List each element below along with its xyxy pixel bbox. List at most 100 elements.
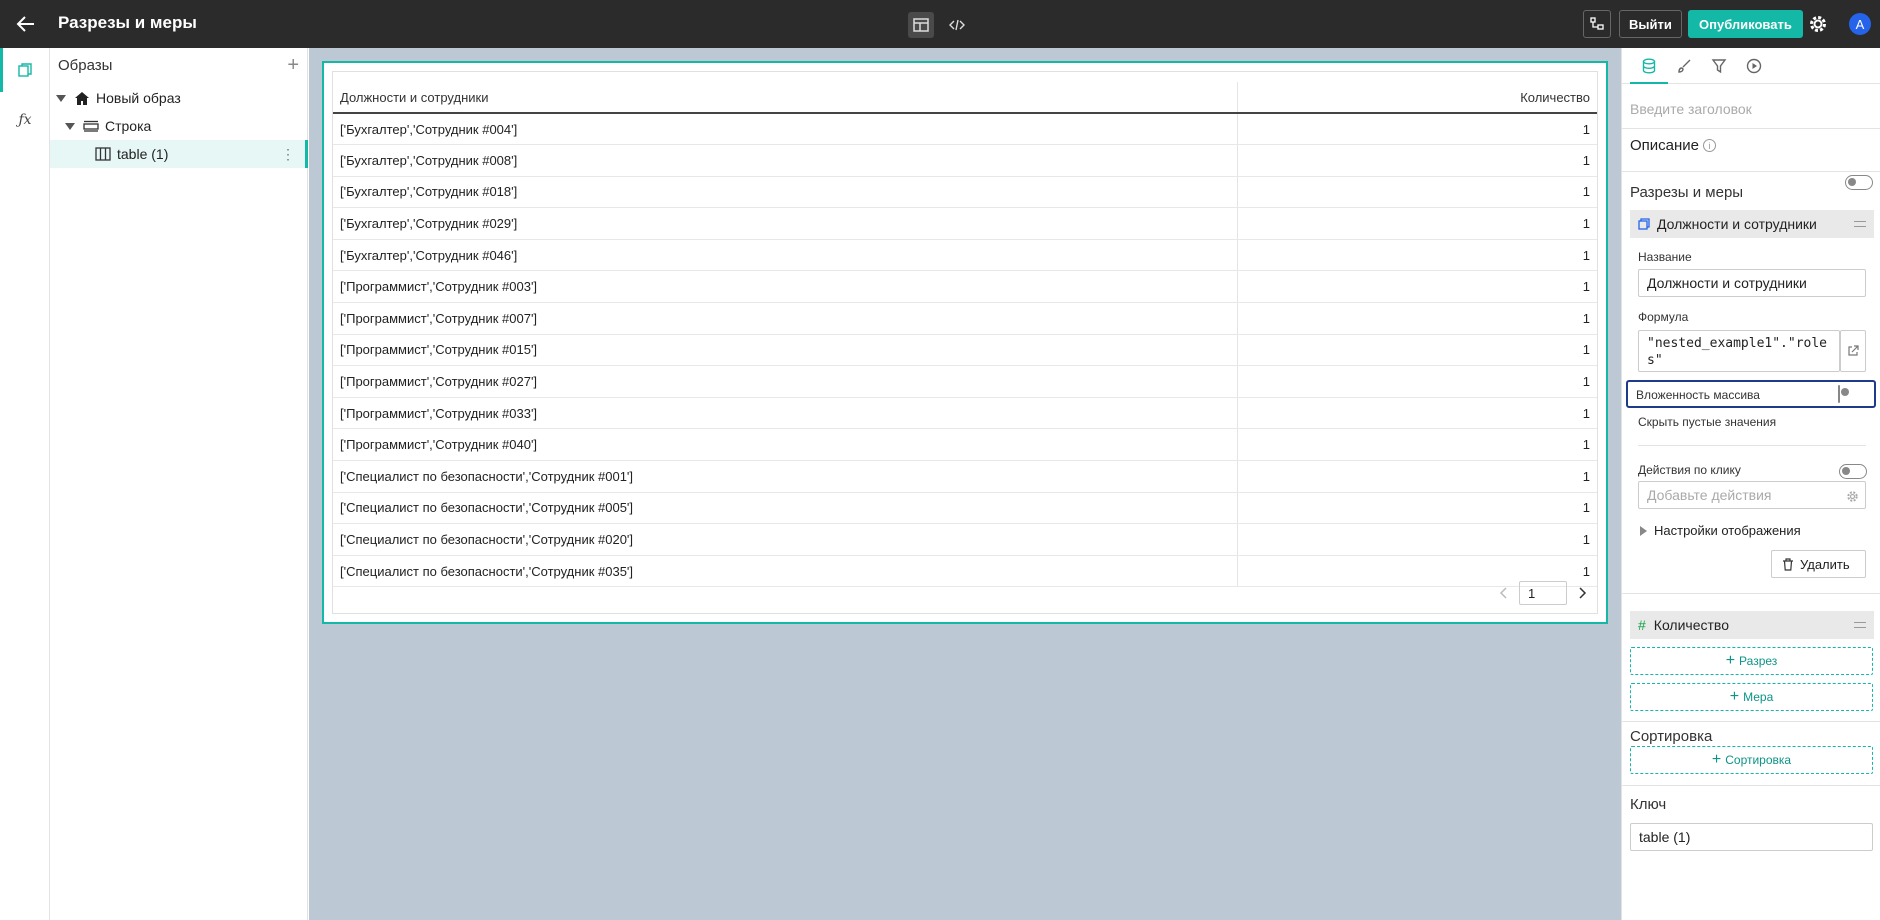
layout-mode-button[interactable] bbox=[908, 12, 934, 38]
copy-icon bbox=[18, 63, 32, 77]
hash-icon: # bbox=[1638, 617, 1646, 633]
description-label: Описание bbox=[1630, 137, 1700, 154]
cube-icon bbox=[1638, 217, 1650, 230]
chevron-left-icon[interactable] bbox=[1499, 587, 1509, 599]
table-row[interactable]: ['Бухгалтер','Сотрудник #004'] 1 bbox=[333, 113, 1597, 146]
key-section-title: Ключ bbox=[1630, 796, 1667, 813]
code-mode-button[interactable] bbox=[944, 12, 970, 38]
dimension-header[interactable]: Должности и сотрудники bbox=[1630, 210, 1874, 238]
tab-filter[interactable] bbox=[1708, 55, 1730, 77]
chevron-right-icon[interactable] bbox=[1577, 587, 1587, 599]
array-nesting-row: Вложенность массива bbox=[1626, 380, 1876, 408]
cell-count: 1 bbox=[1236, 144, 1597, 177]
cell-dimension: ['Бухгалтер','Сотрудник #008'] bbox=[333, 144, 1237, 177]
gear-icon[interactable] bbox=[1808, 9, 1828, 39]
code-icon bbox=[949, 19, 965, 31]
table-row[interactable]: ['Программист','Сотрудник #003'] 1 bbox=[333, 270, 1597, 304]
layout-icon bbox=[913, 18, 929, 32]
tree-item-row[interactable]: Строка bbox=[50, 112, 308, 140]
click-actions-label: Действия по клику bbox=[1638, 463, 1741, 477]
array-nesting-toggle[interactable] bbox=[1838, 385, 1840, 403]
cell-dimension: ['Программист','Сотрудник #027'] bbox=[333, 365, 1237, 398]
description-row: Описание i bbox=[1630, 137, 1717, 154]
cell-count: 1 bbox=[1236, 302, 1597, 335]
formula-edit-button[interactable] bbox=[1840, 330, 1866, 372]
top-bar: Разрезы и меры Выйти Опубликовать A bbox=[0, 0, 1880, 48]
pagination: 1 bbox=[1499, 581, 1587, 605]
table-row[interactable]: ['Специалист по безопасности','Сотрудник… bbox=[333, 555, 1597, 588]
table-row[interactable]: ['Программист','Сотрудник #033'] 1 bbox=[333, 397, 1597, 430]
add-measure-button[interactable]: + Мера bbox=[1630, 683, 1873, 711]
dims-section-title: Разрезы и меры bbox=[1630, 184, 1744, 201]
external-edit-icon bbox=[1848, 345, 1859, 356]
table-row[interactable]: ['Бухгалтер','Сотрудник #008'] 1 bbox=[333, 144, 1597, 177]
tab-data[interactable] bbox=[1630, 55, 1668, 84]
drag-handle-icon[interactable] bbox=[1854, 221, 1866, 227]
table-container: Должности и сотрудники Количество ['Бухг… bbox=[332, 71, 1598, 614]
formula-input[interactable]: "nested_example1"."roles" bbox=[1638, 330, 1840, 372]
add-dimension-button[interactable]: + Разрез bbox=[1630, 647, 1873, 675]
tree-item-label: Строка bbox=[105, 118, 152, 134]
tree-item-new-image[interactable]: Новый образ bbox=[50, 84, 308, 112]
column-header-dimension[interactable]: Должности и сотрудники bbox=[333, 82, 1237, 114]
more-vertical-icon[interactable]: ⋮ bbox=[281, 146, 295, 163]
gear-icon[interactable] bbox=[1846, 490, 1859, 503]
table-row[interactable]: ['Программист','Сотрудник #040'] 1 bbox=[333, 428, 1597, 462]
tree-item-table[interactable]: table (1) ⋮ bbox=[50, 140, 308, 168]
add-sort-button[interactable]: + Сортировка bbox=[1630, 746, 1873, 774]
table-row[interactable]: ['Специалист по безопасности','Сотрудник… bbox=[333, 492, 1597, 525]
rail-images-tab[interactable] bbox=[0, 48, 50, 92]
description-toggle[interactable] bbox=[1845, 175, 1873, 190]
cell-count: 1 bbox=[1236, 239, 1597, 272]
tree-item-label: Новый образ bbox=[96, 90, 181, 106]
table-header-row: Должности и сотрудники Количество bbox=[333, 82, 1597, 114]
data-table: Должности и сотрудники Количество ['Бухг… bbox=[333, 82, 1597, 588]
add-icon[interactable]: + bbox=[287, 55, 299, 75]
caret-down-icon[interactable] bbox=[56, 94, 66, 102]
click-actions-input[interactable]: Добавьте действия bbox=[1638, 481, 1866, 509]
cell-dimension: ['Программист','Сотрудник #007'] bbox=[333, 302, 1237, 335]
table-row[interactable]: ['Бухгалтер','Сотрудник #046'] 1 bbox=[333, 239, 1597, 272]
title-input[interactable]: Введите заголовок bbox=[1630, 101, 1752, 117]
publish-button[interactable]: Опубликовать bbox=[1688, 10, 1803, 38]
measure-header[interactable]: # Количество bbox=[1630, 611, 1874, 639]
play-circle-icon bbox=[1746, 58, 1762, 74]
table-row[interactable]: ['Программист','Сотрудник #015'] 1 bbox=[333, 334, 1597, 367]
name-input[interactable]: Должности и сотрудники bbox=[1638, 269, 1866, 297]
table-row[interactable]: ['Программист','Сотрудник #007'] 1 bbox=[333, 302, 1597, 335]
caret-down-icon[interactable] bbox=[65, 122, 75, 130]
cell-count: 1 bbox=[1236, 523, 1597, 556]
row-icon bbox=[83, 120, 99, 132]
measure-name: Количество bbox=[1653, 617, 1729, 633]
page-number-input[interactable]: 1 bbox=[1519, 581, 1567, 605]
cell-dimension: ['Бухгалтер','Сотрудник #018'] bbox=[333, 176, 1237, 209]
info-icon: i bbox=[1703, 139, 1717, 152]
table-row[interactable]: ['Программист','Сотрудник #027'] 1 bbox=[333, 365, 1597, 398]
avatar[interactable]: A bbox=[1849, 13, 1871, 35]
drag-handle-icon[interactable] bbox=[1854, 622, 1866, 628]
cell-dimension: ['Специалист по безопасности','Сотрудник… bbox=[333, 555, 1237, 588]
add-measure-label: Мера bbox=[1743, 690, 1774, 704]
name-label: Название bbox=[1638, 250, 1692, 264]
rail-functions-tab[interactable]: ƒx bbox=[0, 98, 50, 142]
key-input[interactable]: table (1) bbox=[1630, 823, 1873, 851]
tab-events[interactable] bbox=[1743, 55, 1765, 77]
delete-label: Удалить bbox=[1800, 556, 1850, 572]
tree-item-label: table (1) bbox=[117, 146, 169, 162]
delete-button[interactable]: Удалить bbox=[1771, 550, 1866, 578]
table-row[interactable]: ['Бухгалтер','Сотрудник #029'] 1 bbox=[333, 207, 1597, 240]
back-arrow-icon[interactable] bbox=[14, 12, 38, 36]
table-widget[interactable]: Должности и сотрудники Количество ['Бухг… bbox=[322, 61, 1608, 624]
tab-style[interactable] bbox=[1673, 55, 1695, 77]
logout-button[interactable]: Выйти bbox=[1619, 10, 1682, 38]
column-header-count[interactable]: Количество bbox=[1236, 82, 1597, 114]
table-row[interactable]: ['Бухгалтер','Сотрудник #018'] 1 bbox=[333, 176, 1597, 209]
table-row[interactable]: ['Специалист по безопасности','Сотрудник… bbox=[333, 460, 1597, 493]
plus-icon: + bbox=[1729, 688, 1740, 705]
database-icon bbox=[1642, 58, 1656, 74]
cell-count: 1 bbox=[1236, 113, 1597, 146]
table-row[interactable]: ['Специалист по безопасности','Сотрудник… bbox=[333, 523, 1597, 556]
display-settings-toggle[interactable]: Настройки отображения bbox=[1640, 523, 1801, 538]
tree-view-button[interactable] bbox=[1583, 9, 1611, 39]
hide-empty-toggle[interactable] bbox=[1839, 464, 1867, 479]
